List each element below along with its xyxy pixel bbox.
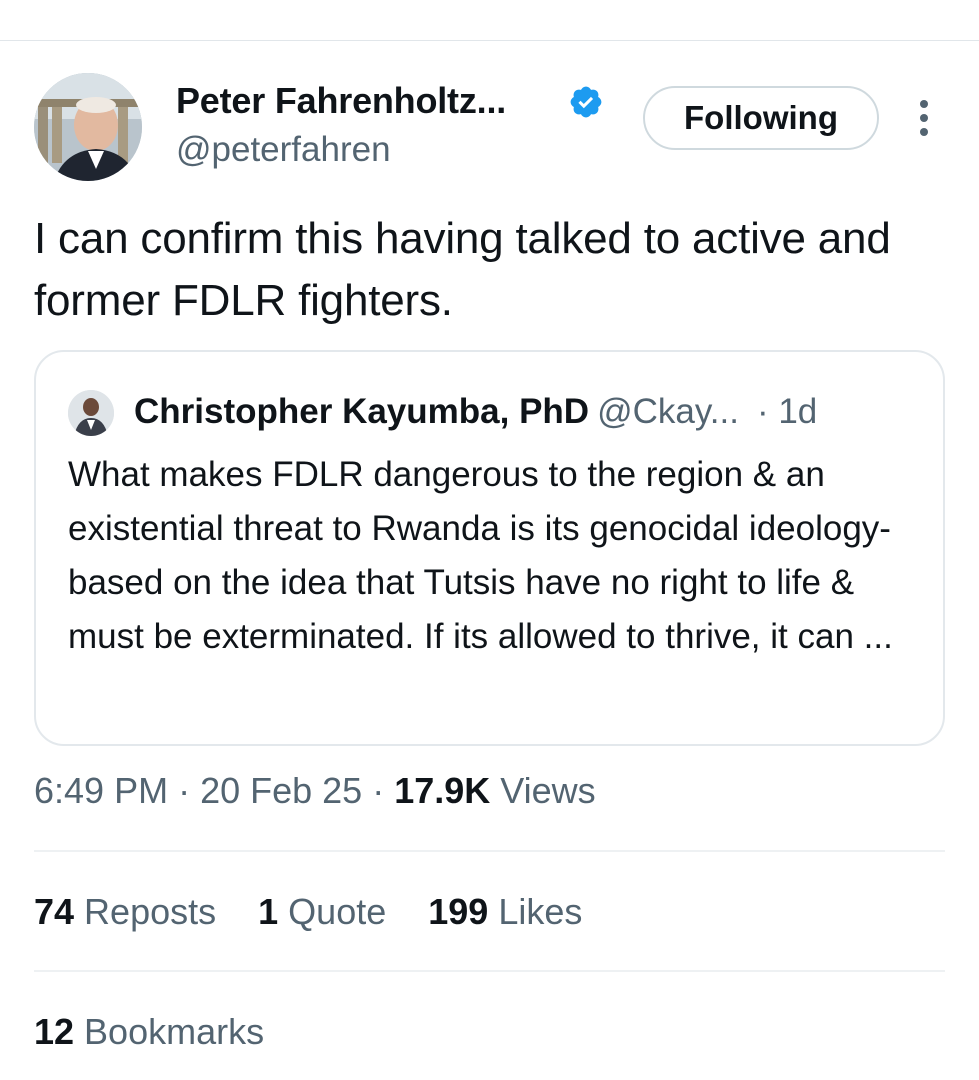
likes-count: 199	[428, 891, 489, 932]
tweet-meta: 6:49 PM · 20 Feb 25 · 17.9K Views	[34, 770, 596, 812]
quoted-author-handle[interactable]: @Ckay...	[597, 392, 739, 431]
engagement-stats: 74 Reposts 1 Quote 199 Likes	[34, 891, 614, 933]
more-options-icon[interactable]	[913, 98, 935, 138]
reposts-label: Reposts	[74, 891, 217, 932]
reposts-stat[interactable]: 74 Reposts	[34, 891, 216, 933]
meta-separator: ·	[168, 770, 201, 811]
quoted-tweet-card[interactable]: Christopher Kayumba, PhD @Ckay... · 1d Wha…	[34, 350, 945, 746]
likes-stat[interactable]: 199 Likes	[428, 891, 582, 933]
following-button[interactable]: Following	[643, 86, 879, 150]
quoted-author-avatar[interactable]	[68, 390, 114, 436]
quoted-tweet-text: What makes FDLR dangerous to the region …	[68, 455, 893, 656]
quoted-tweet-header: Christopher Kayumba, PhD @Ckay... · 1d	[134, 388, 817, 436]
quotes-stat[interactable]: 1 Quote	[258, 891, 386, 933]
views-count: 17.9K	[394, 770, 491, 811]
tweet-text: I can confirm this having talked to acti…	[34, 214, 891, 325]
tweet-date[interactable]: 20 Feb 25	[200, 770, 362, 811]
tweet-time[interactable]: 6:49 PM	[34, 770, 168, 811]
author-display-name[interactable]: Peter Fahrenholtz...	[176, 80, 506, 122]
quotes-label: Quote	[278, 891, 387, 932]
author-avatar[interactable]	[34, 73, 142, 181]
views-label: Views	[490, 770, 596, 811]
bookmarks-count: 12	[34, 1011, 75, 1052]
top-divider	[0, 40, 979, 41]
likes-label: Likes	[488, 891, 583, 932]
quoted-tweet-time: · 1d	[756, 392, 818, 431]
bookmarks-stat[interactable]: 12 Bookmarks	[34, 1011, 264, 1053]
quoted-author-name[interactable]: Christopher Kayumba, PhD	[134, 392, 589, 431]
verified-badge-icon	[570, 86, 602, 118]
meta-separator: ·	[362, 770, 395, 811]
author-handle[interactable]: @peterfahren	[176, 130, 391, 170]
reposts-count: 74	[34, 891, 75, 932]
divider	[34, 850, 945, 852]
bookmarks-label: Bookmarks	[74, 1011, 265, 1052]
quotes-count: 1	[258, 891, 279, 932]
divider	[34, 970, 945, 972]
tweet-detail-page: Peter Fahrenholtz... @peterfahren Follow…	[0, 0, 979, 1080]
